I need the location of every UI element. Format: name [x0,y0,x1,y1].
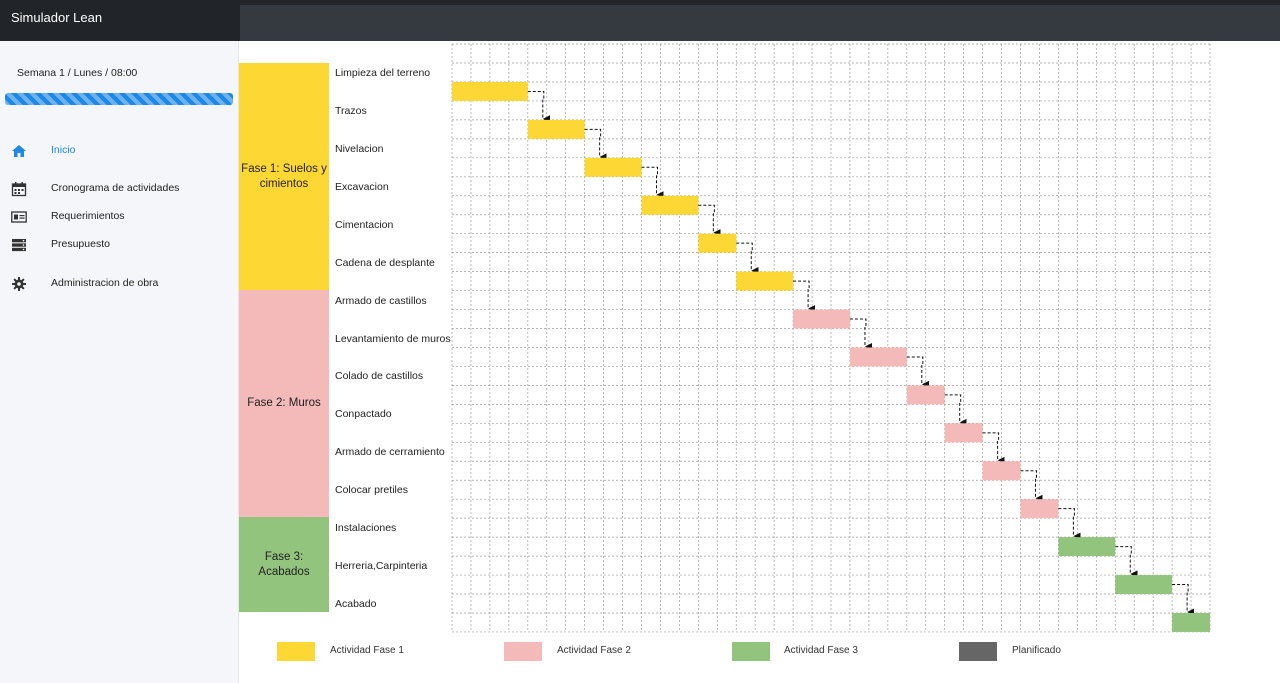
dependency-arrow [906,356,923,384]
dependency-arrow [944,394,961,422]
gantt-bar[interactable] [1115,575,1173,595]
phase-fase-3: Fase 3: Acabados [239,517,329,612]
task-label: Armado de cerramiento [335,446,445,459]
task-label: Colocar pretiles [335,484,408,497]
phase-fase-2: Fase 2: Muros [239,290,329,517]
dependency-arrow [1115,546,1131,574]
phase-label: Fase 1: Suelos y cimientos [241,162,327,190]
gantt-bar[interactable] [584,157,642,177]
task-label: Herreria,Carpinteria [335,560,428,573]
dependency-arrow [698,204,714,232]
gantt-bar[interactable] [982,461,1021,481]
dependency-arrow [641,166,658,194]
phase-label: Fase 3: Acabados [258,550,310,578]
task-label: Trazos [335,104,367,117]
dependency-arrow [1020,470,1037,498]
task-label: Nivelacion [335,142,384,155]
legend-label-fase-1: Actividad Fase 1 [330,645,404,656]
gantt-bar[interactable] [641,195,699,215]
dependency-arrow [793,280,809,308]
phase-fase-1: Fase 1: Suelos y cimientos [239,63,329,290]
phase-label: Fase 2: Muros [247,397,321,409]
task-label: Limpieza del terreno [335,67,431,79]
legend-swatch-fase-1 [277,642,315,661]
dependency-arrow [584,128,601,156]
task-label: Excavacion [335,180,389,193]
gantt-bar[interactable] [849,347,907,367]
legend-label-fase-3: Actividad Fase 3 [784,645,858,656]
task-label: Conpactado [335,408,392,421]
task-label: Armado de castillos [335,294,427,307]
gantt-bar[interactable] [452,81,528,101]
task-label: Cadena de desplante [335,256,435,269]
gantt-bar[interactable] [1058,537,1116,557]
dependency-arrow [849,318,866,346]
dependency-arrow [527,90,544,118]
gantt-bar[interactable] [527,119,585,139]
gantt-bar[interactable] [698,233,737,253]
task-label: Instalaciones [335,522,397,535]
task-label: Colado de castillos [335,370,424,383]
dependency-arrow [736,242,752,270]
legend-label-planificado: Planificado [1012,645,1061,656]
dependency-arrow [1172,584,1188,612]
task-label: Levantamiento de muros [335,332,451,345]
legend-swatch-fase-3 [732,642,770,661]
gantt-grid-and-bars [451,43,1211,633]
dependency-arrow [982,432,999,460]
gantt-bar[interactable] [944,423,983,443]
gantt-bar[interactable] [906,385,945,405]
gantt-bar[interactable] [793,309,850,329]
gantt-chart: Fase 1: Suelos y cimientos Fase 2: Muros… [0,0,1280,683]
task-label: Acabado [335,598,377,611]
legend-label-fase-2: Actividad Fase 2 [557,645,631,656]
gantt-bar[interactable] [1172,612,1210,632]
legend-swatch-fase-2 [504,642,542,661]
gantt-bar[interactable] [736,271,794,291]
task-label: Cimentacion [335,218,394,231]
legend-swatch-planificado [959,642,997,661]
gantt-bar[interactable] [1020,499,1059,519]
dependency-arrow [1058,508,1074,536]
